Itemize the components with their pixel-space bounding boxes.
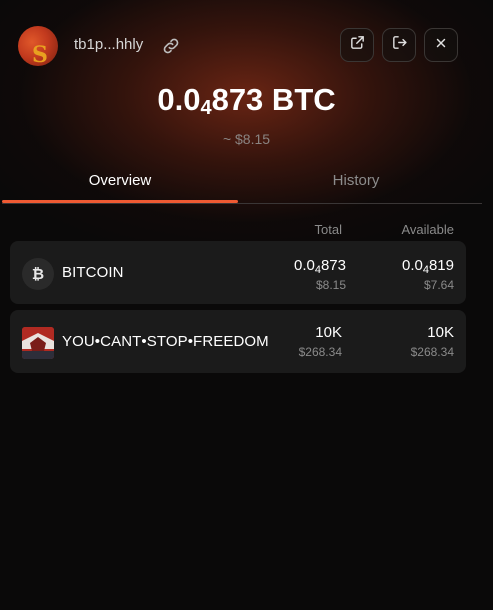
asset-available-fiat: $7.64 <box>423 278 454 292</box>
close-icon <box>434 36 448 55</box>
avatar[interactable]: S <box>18 26 58 68</box>
header-bar: S tb1p...hhly <box>18 26 458 68</box>
tab-bar: Overview History <box>2 170 482 205</box>
tab-divider <box>2 203 482 204</box>
asset-total-fiat: $8.15 <box>315 278 346 292</box>
asset-row-bitcoin[interactable]: ₿ BITCOIN 0.04873 $8.15 0.04819 $7.64 <box>10 241 466 304</box>
asset-row-rune[interactable]: YOU•CANT•STOP•FREEDOM 10K $268.34 10K $2… <box>10 310 466 373</box>
available-lead: 0.0 <box>401 257 423 274</box>
bitcoin-icon: ₿ <box>22 258 54 290</box>
rune-token-icon <box>22 327 54 359</box>
asset-available: 10K <box>427 324 454 341</box>
asset-available: 0.04819 <box>348 257 454 276</box>
asset-total: 0.04873 <box>240 257 346 276</box>
open-external-button[interactable] <box>340 28 374 62</box>
available-digits: 819 <box>428 257 454 274</box>
column-header-total: Total <box>314 222 342 237</box>
balance-lead: 0.0 <box>157 82 201 117</box>
total-lead: 0.0 <box>293 257 315 274</box>
balance-zero-count: 4 <box>200 97 212 119</box>
logout-button[interactable] <box>382 28 416 62</box>
link-icon[interactable] <box>161 36 181 56</box>
external-link-icon <box>349 34 366 56</box>
tab-history[interactable]: History <box>238 170 474 203</box>
asset-name: BITCOIN <box>62 264 124 281</box>
btc-balance: 0.04873 BTC <box>0 82 493 120</box>
logout-icon <box>391 34 408 56</box>
wallet-address[interactable]: tb1p...hhly <box>74 36 143 53</box>
tab-overview[interactable]: Overview <box>2 170 238 203</box>
asset-total-fiat: $268.34 <box>298 345 342 359</box>
asset-total: 10K <box>315 324 342 341</box>
balance-unit: BTC <box>263 82 336 117</box>
column-header-available: Available <box>401 222 454 237</box>
total-digits: 873 <box>320 257 346 274</box>
avatar-glyph: S <box>32 42 48 68</box>
asset-name: YOU•CANT•STOP•FREEDOM <box>62 333 269 350</box>
balance-fiat: ~ $8.15 <box>222 131 271 147</box>
balance-digits: 873 <box>211 82 264 117</box>
asset-available-fiat: $268.34 <box>410 345 454 359</box>
close-button[interactable] <box>424 28 458 62</box>
